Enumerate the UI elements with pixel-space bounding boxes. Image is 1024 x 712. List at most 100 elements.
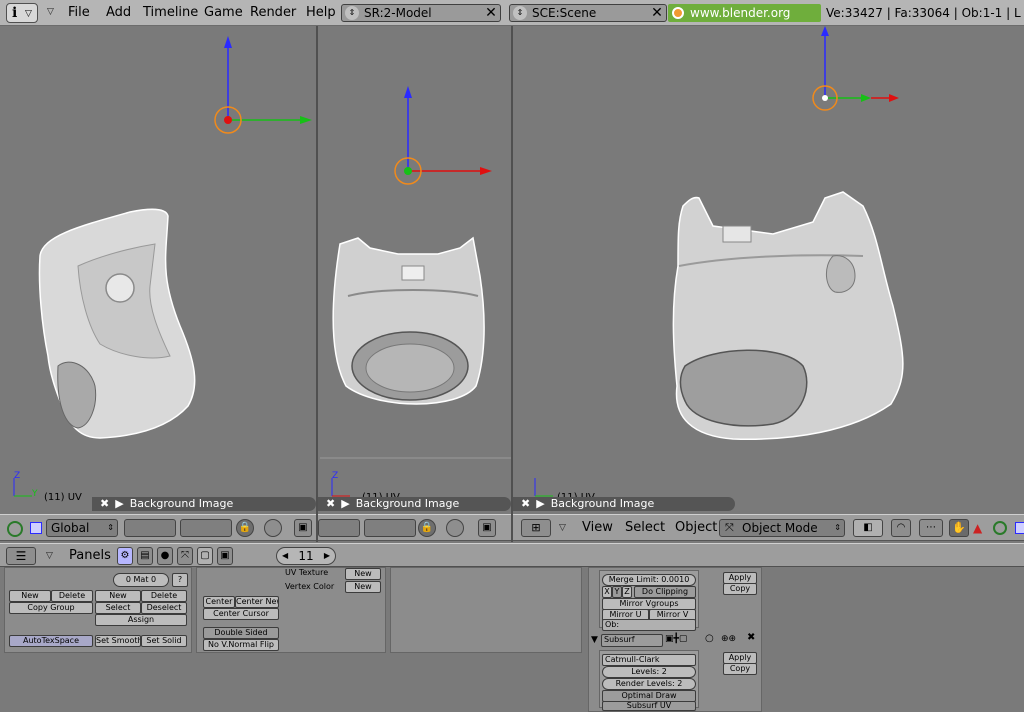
viewport-middle[interactable]: Z (11) UV ✖▶Background Image — [318, 26, 511, 514]
render-image-icon[interactable]: ▣ — [478, 519, 496, 537]
menu-help[interactable]: Help — [306, 4, 336, 22]
do-clipping-toggle[interactable]: Do Clipping — [634, 586, 696, 598]
script-context-icon[interactable]: ▤ — [137, 547, 153, 565]
transform-icon[interactable]: ⋯ — [919, 519, 943, 537]
expand-subsurf-icon[interactable]: ▼ — [591, 635, 598, 645]
move-up-down-icon[interactable]: ⊕⊕ — [721, 634, 736, 644]
snap-icon[interactable] — [446, 519, 464, 537]
render-levels-field[interactable]: Render Levels: 2 — [602, 678, 696, 690]
menu-render[interactable]: Render — [250, 4, 296, 22]
material-query-button[interactable]: ? — [172, 573, 188, 587]
layer-icon[interactable] — [1015, 522, 1024, 534]
autotexspace-toggle[interactable]: AutoTexSpace — [9, 635, 93, 647]
circle-toggle-icon[interactable]: ○ — [705, 634, 714, 644]
chevron-down-icon[interactable]: ▽ — [46, 551, 53, 561]
set-solid-button[interactable]: Set Solid — [141, 635, 187, 647]
frame-number-field[interactable]: ◀ 11 ▶ — [276, 547, 336, 565]
menu-file[interactable]: File — [68, 4, 90, 22]
center-button[interactable]: Center — [203, 596, 235, 608]
delete-material-button[interactable]: Delete — [141, 590, 187, 602]
mirror-z-toggle[interactable]: Z — [622, 586, 632, 598]
deselect-material-button[interactable]: Deselect — [141, 602, 187, 614]
scene-selector[interactable]: ⇕ SCE:Scene ✕ — [509, 4, 667, 22]
new-material-button[interactable]: New — [95, 590, 141, 602]
screen-selector[interactable]: ⇕ SR:2-Model ✕ — [341, 4, 501, 22]
decrement-icon[interactable]: ◀ — [282, 548, 288, 564]
levels-field[interactable]: Levels: 2 — [602, 666, 696, 678]
close-icon[interactable]: ✕ — [484, 5, 498, 21]
assign-material-button[interactable]: Assign — [95, 614, 187, 626]
background-image-panel[interactable]: ✖ ▶ Background Image — [513, 497, 735, 511]
menu-game[interactable]: Game — [204, 4, 243, 22]
hand-icon[interactable]: ✋ — [949, 519, 969, 537]
copy-mirror-button[interactable]: Copy — [723, 583, 757, 595]
shading-context-icon[interactable]: ● — [157, 547, 173, 565]
close-icon[interactable]: ✖ — [521, 497, 530, 510]
layer-buttons-2[interactable] — [180, 519, 232, 537]
layer-buttons-1[interactable] — [124, 519, 176, 537]
editing-context-icon[interactable]: ▢ — [197, 547, 213, 565]
subdivision-type-select[interactable]: Catmull-Clark — [602, 654, 696, 666]
scene-name[interactable]: SCE:Scene — [532, 6, 596, 20]
new-uv-texture-button[interactable]: New — [345, 568, 381, 580]
merge-limit-field[interactable]: Merge Limit: 0.0010 — [602, 574, 696, 586]
lock-icon[interactable]: 🔒 — [418, 519, 436, 537]
menu-timeline[interactable]: Timeline — [143, 4, 198, 22]
no-vnormal-flip-toggle[interactable]: No V.Normal Flip — [203, 639, 279, 651]
up-down-icon[interactable]: ⇕ — [513, 6, 527, 20]
background-image-panel[interactable]: ✖ ▶ Background Image — [92, 497, 316, 511]
background-image-panel[interactable]: ✖ ▶ Background Image — [318, 497, 511, 511]
copy-subsurf-button[interactable]: Copy — [723, 663, 757, 675]
logic-context-icon[interactable]: ⚙ — [117, 547, 133, 565]
window-type-icon[interactable]: ⊞ — [521, 519, 551, 537]
subsurf-name-field[interactable]: Subsurf — [601, 634, 663, 647]
layer-buttons-1[interactable] — [318, 519, 360, 537]
manipulator-icon[interactable] — [7, 521, 23, 537]
viewport-left[interactable]: Z Y (11) UV ✖ ▶ Background Image — [0, 26, 316, 514]
mode-select[interactable]: ⤧ Object Mode ⇕ — [719, 519, 845, 537]
menu-view[interactable]: View — [582, 519, 613, 537]
rotate-icon[interactable]: ▲ — [973, 521, 982, 535]
render-image-icon[interactable]: ▣ — [294, 519, 312, 537]
double-sided-toggle[interactable]: Double Sided — [203, 627, 279, 639]
new-group-button[interactable]: New — [9, 590, 51, 602]
close-icon[interactable]: ✖ — [747, 633, 755, 643]
up-down-icon[interactable]: ⇕ — [345, 6, 359, 20]
object-context-icon[interactable]: ⤧ — [177, 547, 193, 565]
select-material-button[interactable]: Select — [95, 602, 141, 614]
chevron-down-icon[interactable]: ▽ — [559, 523, 566, 533]
copy-group-button[interactable]: Copy Group — [9, 602, 93, 614]
pivot-icon[interactable]: ◠ — [891, 519, 911, 537]
buttons-window-type-icon[interactable]: ☰ — [6, 547, 36, 565]
panels-menu[interactable]: Panels — [69, 547, 111, 565]
center-cursor-button[interactable]: Center Cursor — [203, 608, 279, 620]
close-icon[interactable]: ✕ — [650, 5, 664, 21]
layer-buttons-2[interactable] — [364, 519, 416, 537]
play-icon[interactable]: ▶ — [115, 497, 123, 510]
delete-group-button[interactable]: Delete — [51, 590, 93, 602]
collapse-menu-icon[interactable]: ▽ — [47, 7, 54, 17]
draw-type-icon[interactable]: ◧ — [853, 519, 883, 537]
scene-context-icon[interactable]: ▣ — [217, 547, 233, 565]
menu-add[interactable]: Add — [106, 4, 131, 22]
viewport-right[interactable]: (11) UV ✖▶Background Image — [513, 26, 1024, 514]
info-window-type-button[interactable]: i ▽ — [6, 3, 38, 23]
layer-icon[interactable] — [30, 522, 42, 534]
mirror-x-toggle[interactable]: X — [602, 586, 612, 598]
play-icon[interactable]: ▶ — [341, 497, 349, 510]
subsurf-uv-toggle[interactable]: Subsurf UV — [602, 701, 696, 711]
close-icon[interactable]: ✖ — [326, 497, 335, 510]
mirror-y-toggle[interactable]: Y — [612, 586, 622, 598]
increment-icon[interactable]: ▶ — [324, 548, 330, 564]
play-icon[interactable]: ▶ — [536, 497, 544, 510]
close-icon[interactable]: ✖ — [100, 497, 109, 510]
orientation-select[interactable]: Global ⇕ — [46, 519, 118, 537]
lock-icon[interactable]: 🔒 — [236, 519, 254, 537]
modifier-display-icons[interactable]: ▣╋▢ — [665, 634, 687, 644]
center-new-button[interactable]: Center New — [235, 596, 279, 608]
snap-icon[interactable] — [264, 519, 282, 537]
mirror-object-field[interactable]: Ob: — [602, 619, 696, 631]
material-index-field[interactable]: 0 Mat 0 — [113, 573, 169, 587]
menu-object[interactable]: Object — [675, 519, 717, 537]
blender-url[interactable]: www.blender.org 249.2 — [668, 4, 821, 38]
